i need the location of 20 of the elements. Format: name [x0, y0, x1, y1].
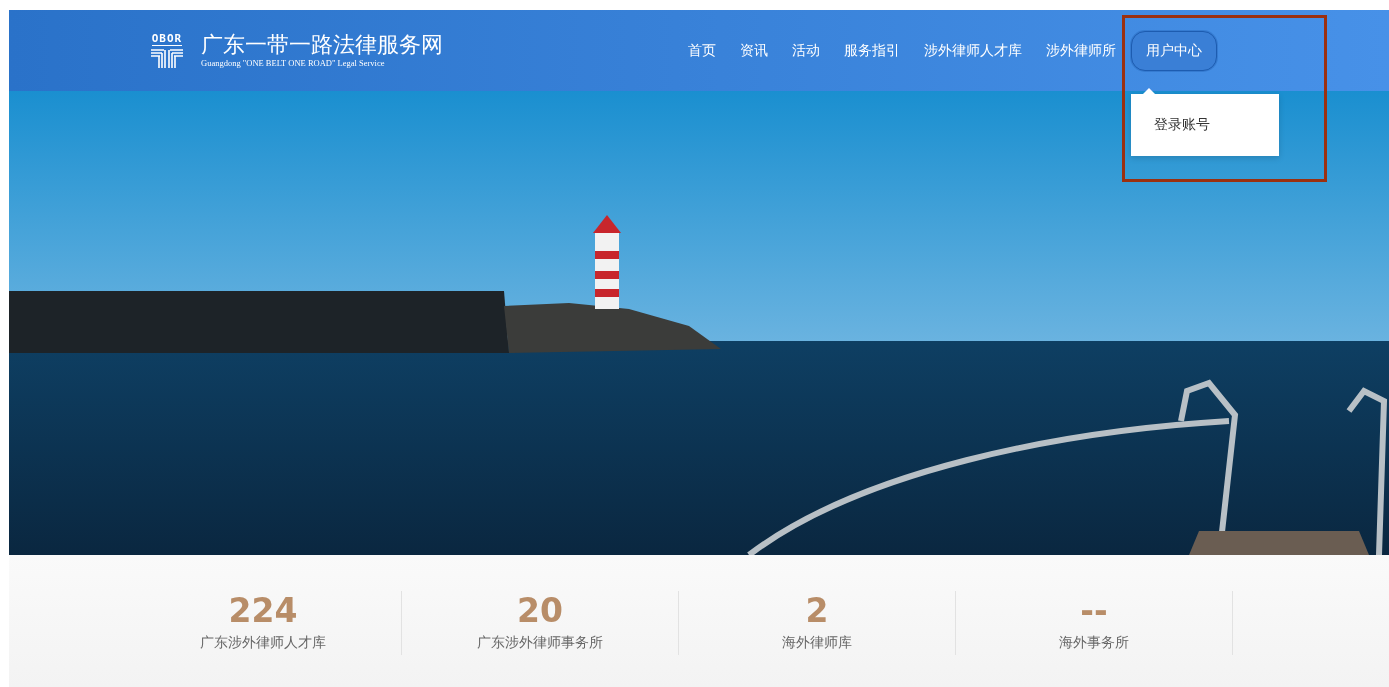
site-subtitle: Guangdong "ONE BELT ONE ROAD" Legal Service: [201, 58, 386, 69]
stat-label: 海外事务所: [1059, 633, 1129, 652]
nav-link[interactable]: 用户中心: [1131, 30, 1217, 71]
logo-lines-icon: [150, 48, 184, 68]
nav-link[interactable]: 涉外律师人才库: [915, 30, 1031, 71]
stat-label: 海外律师库: [782, 633, 852, 652]
nav-link[interactable]: 活动: [783, 30, 829, 71]
stat-value: 2: [805, 591, 829, 631]
stat-label: 广东涉外律师事务所: [477, 633, 603, 652]
stat-value: --: [1080, 591, 1108, 631]
stat-label: 广东涉外律师人才库: [200, 633, 326, 652]
menu-item[interactable]: 登录账号: [1154, 115, 1210, 134]
site-title[interactable]: 广东一带一路法律服务网: [201, 32, 443, 58]
nav-link[interactable]: 资讯: [731, 30, 777, 71]
nav-link[interactable]: 服务指引: [835, 30, 909, 71]
stat-value: 224: [228, 591, 298, 631]
nav-link[interactable]: 涉外律师所: [1037, 30, 1125, 71]
nav-link[interactable]: 首页: [679, 30, 725, 71]
logo-mark-text: OBOR: [151, 33, 183, 46]
stat-value: 20: [517, 591, 563, 631]
